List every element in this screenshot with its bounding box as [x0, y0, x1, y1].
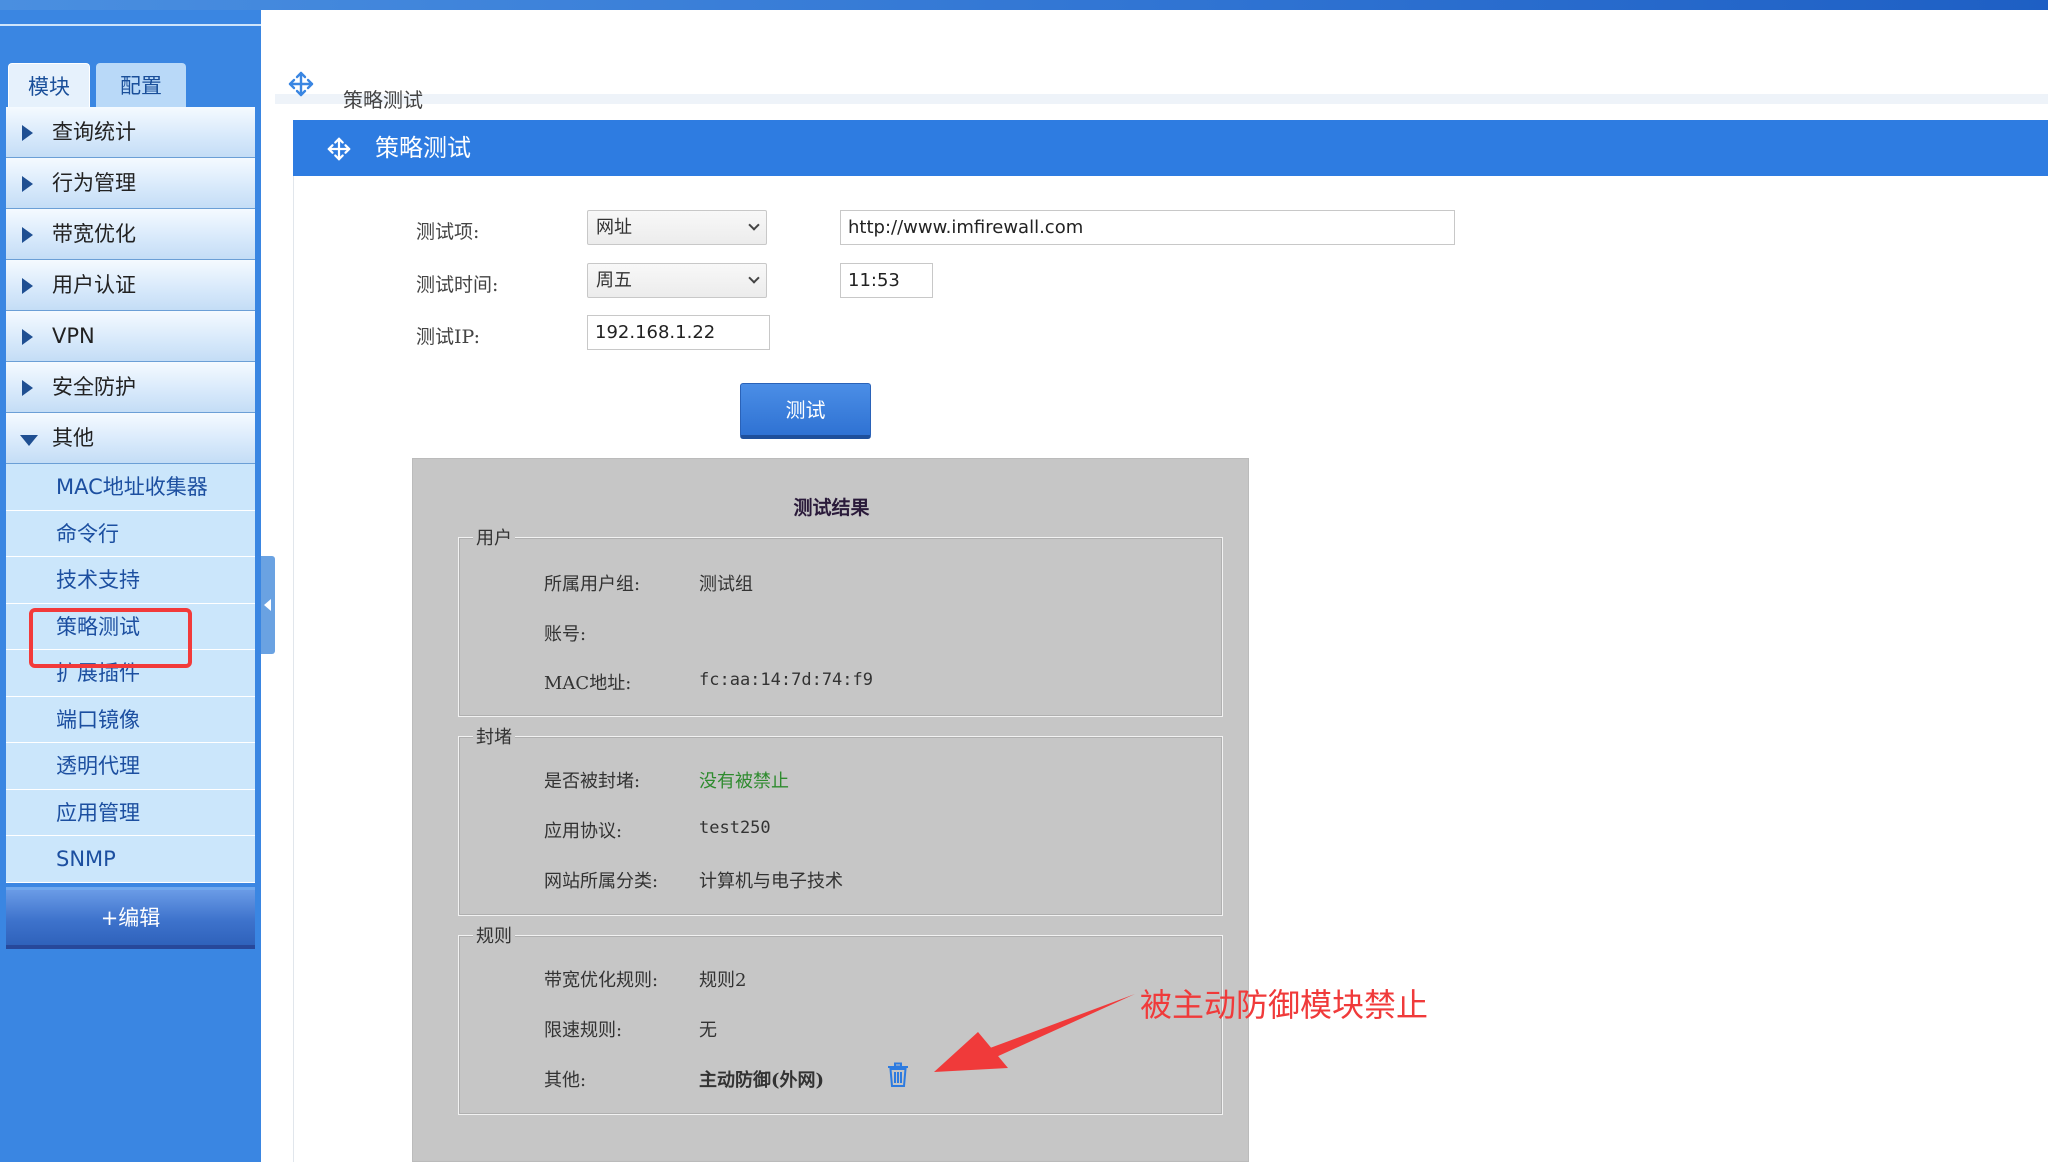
test-day-select-value: 周五: [596, 270, 632, 291]
menu-item-label: 带宽优化: [52, 222, 136, 246]
bandwidth-rule-value: 规则2: [699, 970, 747, 991]
rate-limit-label: 限速规则:: [544, 1020, 623, 1041]
menu-item-behavior[interactable]: 行为管理: [6, 158, 255, 209]
tab-module[interactable]: 模块: [8, 63, 90, 107]
other-rule-value: 主动防御(外网): [699, 1070, 825, 1091]
sub-item-label: SNMP: [56, 847, 116, 871]
url-input-value: http://www.imfirewall.com: [848, 217, 1084, 238]
menu-item-security[interactable]: 安全防护: [6, 362, 255, 413]
panel-header: 策略测试: [293, 120, 2048, 176]
test-item-label: 测试项:: [416, 221, 480, 243]
chevron-left-icon: [264, 599, 271, 611]
sub-item-label: 端口镜像: [56, 707, 140, 732]
annotation-text: 被主动防御模块禁止: [1140, 986, 1429, 1024]
panel-title: 策略测试: [375, 134, 471, 162]
caret-right-icon: [22, 125, 33, 141]
sub-item-tech-support[interactable]: 技术支持: [6, 557, 255, 604]
sidebar-collapse-handle[interactable]: [261, 556, 275, 654]
menu-item-query-stats[interactable]: 查询统计: [6, 107, 255, 158]
menu-item-user-auth[interactable]: 用户认证: [6, 260, 255, 311]
test-item-select-value: 网址: [596, 217, 632, 238]
sub-item-mac-collector[interactable]: MAC地址收集器: [6, 464, 255, 511]
user-group-label: 所属用户组:: [544, 574, 641, 595]
menu-item-bandwidth[interactable]: 带宽优化: [6, 209, 255, 260]
menu-item-label: 查询统计: [52, 120, 136, 144]
protocol-label: 应用协议:: [544, 821, 623, 842]
breadcrumb-text: 策略测试: [343, 88, 423, 112]
chevron-down-icon: [748, 272, 760, 284]
sub-item-snmp[interactable]: SNMP: [6, 836, 255, 883]
user-section-legend: 用户: [473, 524, 515, 550]
move-arrows-icon: [327, 137, 351, 161]
submenu-other: MAC地址收集器 命令行 技术支持 策略测试 扩展插件 端口镜像 透明代理 应用…: [6, 464, 255, 883]
user-group-value: 测试组: [699, 574, 753, 595]
test-ip-input-value: 192.168.1.22: [595, 322, 716, 343]
sub-item-label: MAC地址收集器: [56, 475, 208, 499]
tab-config[interactable]: 配置: [96, 63, 186, 107]
sidebar-divider: [0, 24, 261, 26]
sub-item-label: 命令行: [56, 521, 119, 546]
test-time-input-value: 11:53: [848, 270, 900, 291]
test-ip-label: 测试IP:: [416, 326, 481, 348]
menu-item-label: 安全防护: [52, 375, 136, 399]
results-title: 测试结果: [793, 497, 870, 519]
rules-section-legend: 规则: [473, 922, 515, 948]
site-category-label: 网站所属分类:: [544, 871, 659, 892]
block-section-legend: 封堵: [473, 723, 515, 749]
sub-item-command-line[interactable]: 命令行: [6, 511, 255, 557]
menu-item-other[interactable]: 其他: [6, 413, 255, 464]
caret-right-icon: [22, 329, 33, 345]
sub-item-port-mirror[interactable]: 端口镜像: [6, 697, 255, 743]
edit-button-label: +编辑: [100, 905, 161, 930]
account-label: 账号:: [544, 624, 587, 645]
mac-address-label: MAC地址:: [544, 673, 632, 694]
sub-item-label: 透明代理: [56, 754, 140, 778]
protocol-value: test250: [699, 818, 771, 838]
caret-right-icon: [22, 278, 33, 294]
chevron-down-icon: [748, 219, 760, 231]
caret-down-icon: [20, 435, 38, 446]
bandwidth-rule-label: 带宽优化规则:: [544, 970, 659, 991]
breadcrumb: 策略测试: [275, 10, 2048, 112]
caret-right-icon: [22, 176, 33, 192]
url-input[interactable]: http://www.imfirewall.com: [840, 210, 1455, 245]
top-bar: [0, 0, 2048, 10]
mac-address-value: fc:aa:14:7d:74:f9: [699, 670, 873, 690]
test-item-select[interactable]: 网址: [587, 210, 767, 245]
move-arrows-icon: [288, 71, 314, 97]
menu-item-label: 用户认证: [52, 273, 136, 297]
panel-border: [293, 176, 294, 1162]
edit-button[interactable]: +编辑: [6, 886, 255, 949]
block-section: 封堵 是否被封堵: 没有被禁止 应用协议: test250 网站所属分类: 计算…: [458, 723, 1223, 916]
blocked-value: 没有被禁止: [699, 771, 789, 792]
sub-item-app-management[interactable]: 应用管理: [6, 790, 255, 836]
annotation-highlight-box: [29, 608, 192, 668]
test-button[interactable]: 测试: [740, 383, 871, 439]
sub-item-label: 应用管理: [56, 800, 140, 825]
blocked-label: 是否被封堵:: [544, 771, 641, 792]
sub-item-transparent-proxy[interactable]: 透明代理: [6, 743, 255, 790]
menu-item-label: 行为管理: [52, 171, 136, 195]
test-day-select[interactable]: 周五: [587, 263, 767, 298]
user-section: 用户 所属用户组: 测试组 账号: MAC地址: fc:aa:14:7d:74:…: [458, 524, 1223, 717]
other-rule-label: 其他:: [544, 1070, 587, 1091]
test-time-label: 测试时间:: [416, 274, 499, 296]
sidebar: 模块 配置 查询统计 行为管理 带宽优化 用户认证 VPN 安全防护 其他 MA…: [0, 10, 261, 1162]
caret-right-icon: [22, 380, 33, 396]
test-ip-input[interactable]: 192.168.1.22: [587, 315, 770, 350]
site-category-value: 计算机与电子技术: [699, 871, 843, 892]
menu-item-label: VPN: [52, 324, 95, 348]
sub-item-label: 技术支持: [56, 568, 140, 592]
caret-right-icon: [22, 227, 33, 243]
trash-icon[interactable]: [887, 1062, 909, 1088]
menu-item-label: 其他: [52, 426, 94, 450]
test-time-input[interactable]: 11:53: [840, 263, 933, 298]
sidebar-menu: 查询统计 行为管理 带宽优化 用户认证 VPN 安全防护 其他 MAC地址收集器: [6, 107, 255, 949]
menu-item-vpn[interactable]: VPN: [6, 311, 255, 362]
annotation-arrow-icon: [934, 994, 1135, 1072]
rate-limit-value: 无: [699, 1020, 717, 1041]
